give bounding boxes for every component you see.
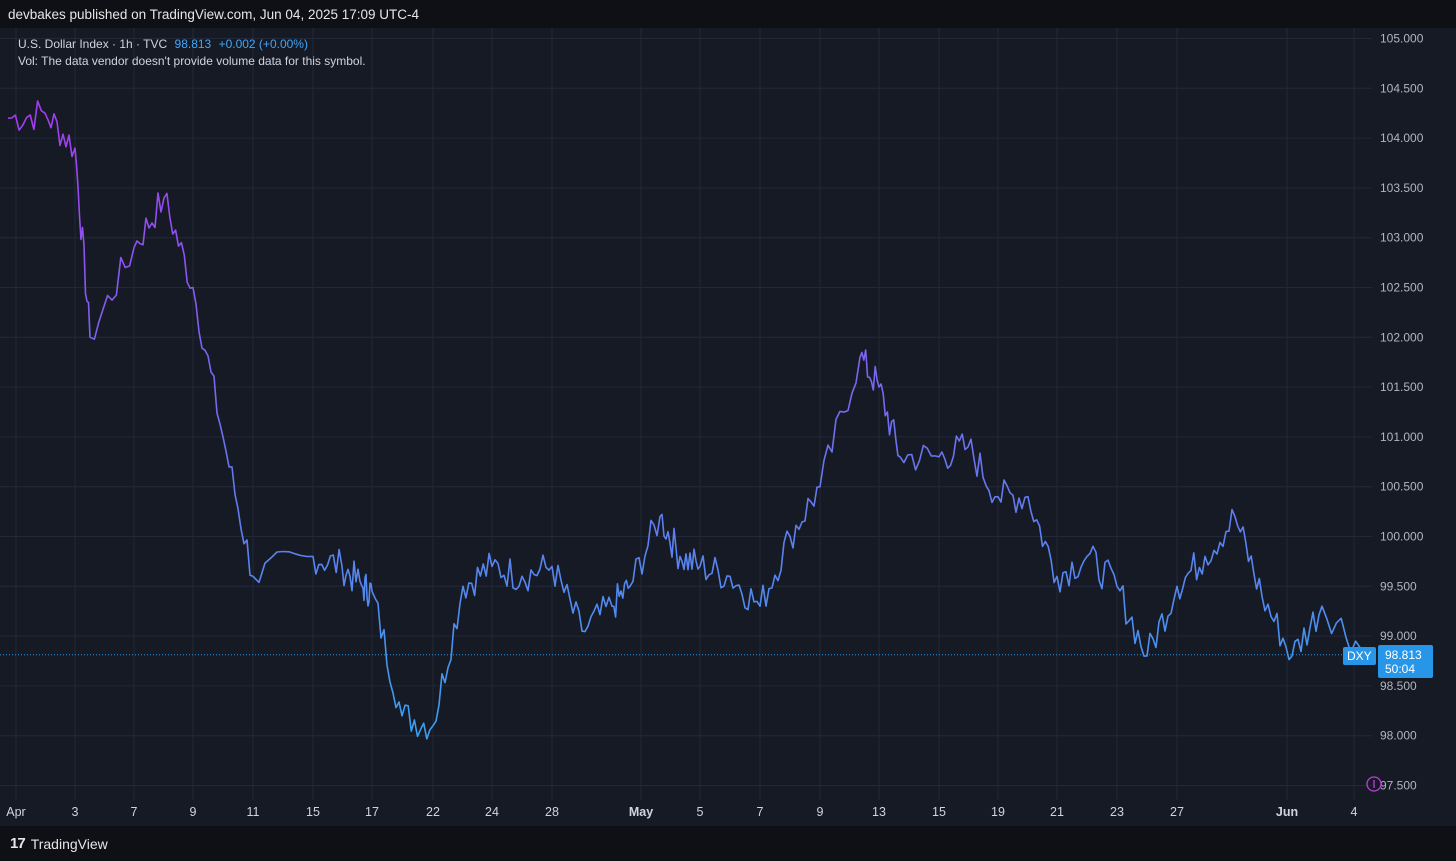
y-tick-label: 100.500 [1380, 480, 1424, 494]
x-tick-label: 15 [932, 805, 946, 819]
y-tick-label: 103.000 [1380, 231, 1424, 245]
y-tick-label: 99.000 [1380, 629, 1417, 643]
y-tick-label: 104.000 [1380, 131, 1424, 145]
y-tick-label: 103.500 [1380, 181, 1424, 195]
x-tick-label: 24 [485, 805, 499, 819]
x-tick-label: Jun [1276, 805, 1298, 819]
x-tick-label: Apr [6, 805, 25, 819]
y-tick-label: 105.000 [1380, 32, 1424, 46]
series-line-dxy [7, 100, 1371, 740]
x-tick-label: 17 [365, 805, 379, 819]
x-tick-label: 28 [545, 805, 559, 819]
x-tick-label: 3 [72, 805, 79, 819]
y-tick-label: 98.000 [1380, 729, 1417, 743]
y-tick-label: 101.000 [1380, 430, 1424, 444]
tradingview-logo[interactable]: 17 TradingView [10, 835, 108, 852]
footer-bar: 17 TradingView [0, 826, 1456, 861]
x-tick-label: 15 [306, 805, 320, 819]
x-axis: Apr 3 7 9 11 15 17 22 24 28 May 5 7 9 13 15 19 21 23 27 Jun 4 [6, 805, 1357, 819]
y-tick-label: 102.000 [1380, 330, 1424, 344]
y-tick-label: 101.500 [1380, 380, 1424, 394]
x-tick-label: 9 [190, 805, 197, 819]
y-tick-label: 100.000 [1380, 530, 1424, 544]
x-tick-label: 4 [1351, 805, 1358, 819]
x-tick-label: 21 [1050, 805, 1064, 819]
legend-symbol: U.S. Dollar Index · 1h · TVC [18, 37, 168, 51]
x-tick-label: 7 [131, 805, 138, 819]
publisher-text: devbakes published on TradingView.com, J… [8, 7, 420, 22]
legend-last-price: 98.813 [174, 37, 212, 51]
x-tick-label: 5 [697, 805, 704, 819]
y-tick-label: 98.500 [1380, 679, 1417, 693]
publisher-bar: devbakes published on TradingView.com, J… [0, 0, 1456, 28]
grid [0, 28, 1372, 800]
price-tag-value: 98.813 [1385, 648, 1422, 662]
price-tag-countdown: 50:04 [1385, 662, 1415, 676]
y-tick-label: 104.500 [1380, 81, 1424, 95]
chart-legend: U.S. Dollar Index · 1h · TVC 98.813 +0.0… [18, 36, 366, 70]
x-tick-label: 9 [817, 805, 824, 819]
x-tick-label: 22 [426, 805, 440, 819]
y-axis: 105.000 104.500 104.000 103.500 103.000 102.5… [1380, 32, 1424, 793]
x-tick-label: 7 [757, 805, 764, 819]
x-tick-label: 11 [247, 805, 260, 819]
x-tick-label: May [629, 805, 653, 819]
y-tick-label: 102.500 [1380, 281, 1424, 295]
price-tag: DXY 98.813 50:04 [1343, 645, 1433, 678]
x-tick-label: 19 [991, 805, 1005, 819]
brand-name: TradingView [30, 835, 108, 852]
x-tick-label: 27 [1170, 805, 1184, 819]
y-tick-label: 99.500 [1380, 579, 1417, 593]
y-tick-label: 97.500 [1380, 779, 1417, 793]
alarm-icon[interactable] [1366, 776, 1382, 792]
legend-change: +0.002 (+0.00%) [218, 37, 308, 51]
tradingview-icon: 17 [10, 835, 26, 852]
price-chart[interactable]: 105.000 104.500 104.000 103.500 103.000 102.5… [0, 28, 1456, 826]
x-tick-label: 23 [1110, 805, 1124, 819]
legend-volume-note: Vol: The data vendor doesn't provide vol… [18, 54, 366, 68]
price-tag-symbol: DXY [1347, 649, 1372, 663]
x-tick-label: 13 [872, 805, 886, 819]
